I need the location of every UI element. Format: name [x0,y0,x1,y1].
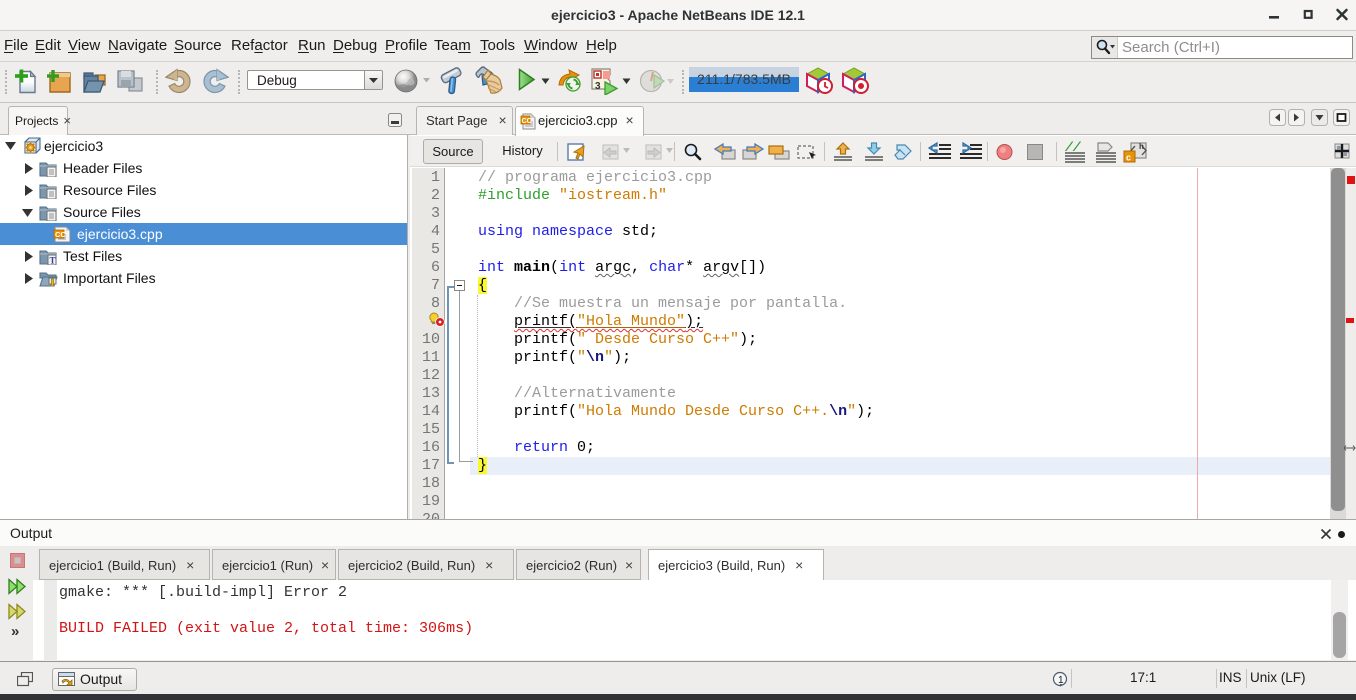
svg-text:3: 3 [595,81,601,92]
svg-text:1: 1 [1058,675,1064,686]
svg-text:T: T [50,256,56,266]
svg-text:h: h [1139,142,1144,151]
svg-text://: // [1064,141,1082,155]
svg-text:CC: CC [522,118,532,125]
svg-text:c: c [1126,153,1131,163]
svg-text:CC: CC [55,230,66,239]
